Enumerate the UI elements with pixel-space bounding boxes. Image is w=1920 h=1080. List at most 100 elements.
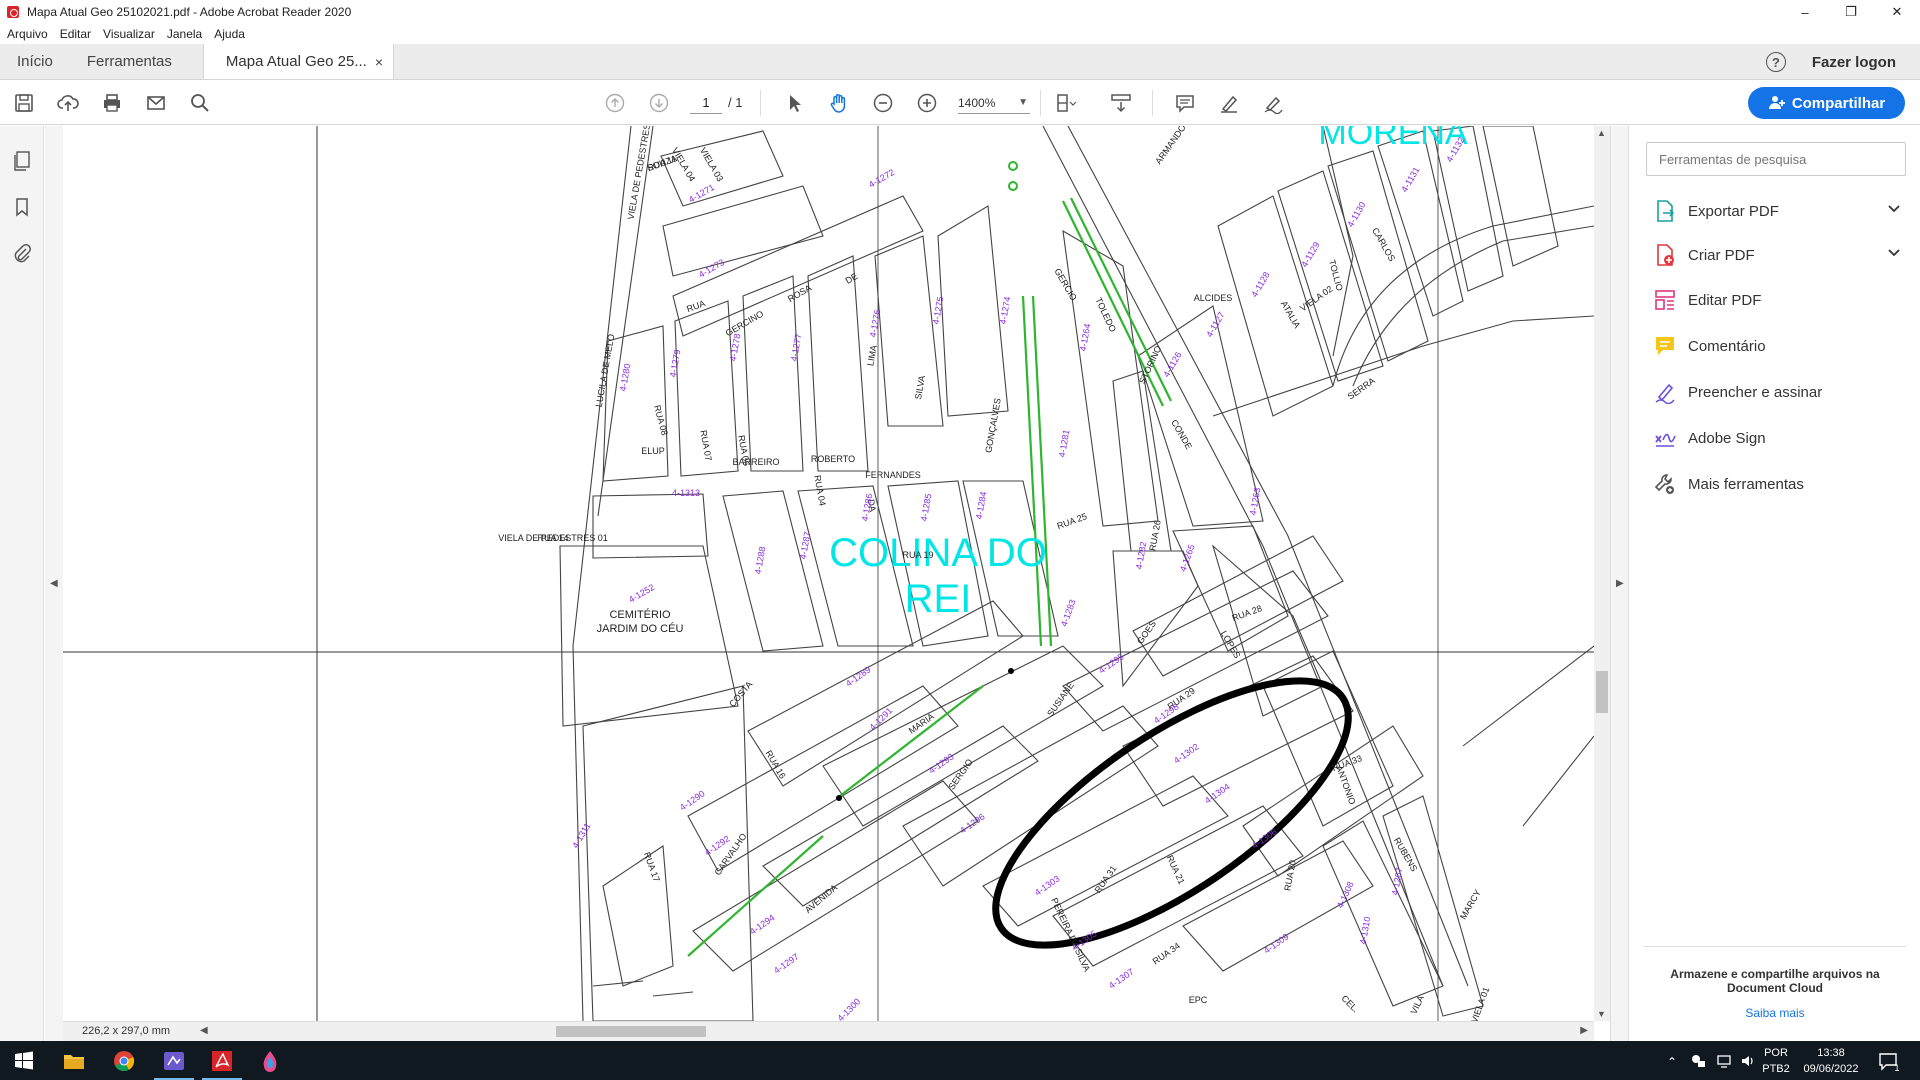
tool-create-pdf[interactable]: Criar PDF bbox=[1653, 240, 1903, 270]
minimize-button[interactable]: – bbox=[1782, 0, 1828, 24]
tool-comment[interactable]: Comentário bbox=[1653, 331, 1903, 361]
menu-editar[interactable]: Editar bbox=[60, 27, 91, 41]
login-button[interactable]: Fazer logon bbox=[1812, 54, 1896, 71]
page-number-input[interactable]: 1 bbox=[690, 92, 722, 114]
search-tools-input[interactable] bbox=[1646, 142, 1906, 176]
street-label: LIMA bbox=[865, 344, 878, 366]
page-thumbnails-icon[interactable] bbox=[11, 150, 33, 172]
tab-tools[interactable]: Ferramentas bbox=[70, 44, 189, 79]
chrome-icon[interactable] bbox=[112, 1049, 136, 1073]
highlight-pen-icon[interactable] bbox=[1218, 92, 1240, 114]
sign-icon[interactable] bbox=[1262, 92, 1284, 114]
menu-arquivo[interactable]: Arquivo bbox=[7, 27, 48, 41]
toolbar-separator bbox=[1152, 90, 1153, 116]
tab-home[interactable]: Início bbox=[0, 44, 70, 79]
chevron-down-icon[interactable] bbox=[1887, 246, 1901, 260]
ethernet-icon[interactable] bbox=[1716, 1053, 1732, 1069]
volume-icon[interactable] bbox=[1740, 1053, 1756, 1069]
keyboard-layout-label[interactable]: PTB2 bbox=[1762, 1063, 1790, 1075]
print-icon[interactable] bbox=[101, 92, 123, 114]
toolbar-separator bbox=[1040, 90, 1041, 116]
help-icon[interactable]: ? bbox=[1765, 52, 1786, 72]
scroll-right-icon[interactable]: ▶ bbox=[1580, 1025, 1588, 1036]
restore-button[interactable]: ❐ bbox=[1828, 0, 1874, 24]
windows-start-icon[interactable] bbox=[12, 1049, 36, 1073]
previous-page-icon[interactable] bbox=[604, 92, 626, 114]
left-panel-toggle[interactable]: ◀ bbox=[45, 126, 63, 1041]
upload-cloud-icon[interactable] bbox=[57, 92, 79, 114]
tray-chevron-up-icon[interactable]: ⌃ bbox=[1667, 1055, 1677, 1069]
file-explorer-icon[interactable] bbox=[62, 1049, 86, 1073]
street-label: VIELA 04 bbox=[670, 146, 697, 184]
street-label: ROBERTO bbox=[811, 454, 855, 464]
tool-more-tools[interactable]: Mais ferramentas bbox=[1653, 469, 1903, 499]
map-drawing: COLINA DO REI MORENA CEMITÉRIO JARDIM DO… bbox=[63, 126, 1594, 1021]
qgis-app-icon[interactable] bbox=[162, 1049, 186, 1073]
lot-label: 4-1129 bbox=[1299, 240, 1321, 269]
menu-janela[interactable]: Janela bbox=[167, 27, 202, 41]
bookmark-icon[interactable] bbox=[11, 196, 33, 218]
language-label[interactable]: POR bbox=[1762, 1047, 1790, 1059]
tool-export-pdf[interactable]: Exportar PDF bbox=[1653, 196, 1903, 226]
close-window-button[interactable]: ✕ bbox=[1874, 0, 1920, 24]
scroll-up-icon[interactable]: ▲ bbox=[1597, 128, 1606, 138]
chevron-down-icon[interactable] bbox=[1887, 202, 1901, 216]
tool-edit-pdf[interactable]: Editar PDF bbox=[1653, 285, 1903, 315]
right-panel-toggle[interactable]: ▶ bbox=[1610, 126, 1628, 1041]
comment-icon[interactable] bbox=[1174, 92, 1196, 114]
lot-label: 4-1285 bbox=[919, 493, 934, 522]
street-label: TOLEDO bbox=[1093, 296, 1118, 334]
share-button[interactable]: Compartilhar bbox=[1748, 87, 1905, 119]
lot-label: 4-1293 bbox=[927, 751, 956, 775]
lot-label: 4-1277 bbox=[789, 333, 804, 362]
page-total: / 1 bbox=[728, 95, 743, 110]
search-icon[interactable] bbox=[189, 92, 211, 114]
email-icon[interactable] bbox=[145, 92, 167, 114]
lot-label: 4-1279 bbox=[668, 349, 683, 378]
select-arrow-icon[interactable] bbox=[784, 92, 806, 114]
street-label: RUA 34 bbox=[1151, 941, 1182, 967]
save-icon[interactable] bbox=[13, 92, 35, 114]
tool-fill-sign[interactable]: Preencher e assinar bbox=[1653, 377, 1903, 407]
scroll-down-icon[interactable]: ▼ bbox=[1597, 1009, 1606, 1019]
acrobat-taskbar-icon[interactable] bbox=[210, 1049, 234, 1073]
lot-label: 4-1264 bbox=[1078, 323, 1093, 352]
lot-label: 4-1263 bbox=[1248, 487, 1263, 516]
tool-label: Adobe Sign bbox=[1688, 429, 1766, 447]
zoom-level-select[interactable]: 1400% ▼ bbox=[958, 92, 1030, 114]
horizontal-scroll-thumb[interactable] bbox=[556, 1026, 706, 1037]
street-label: RUA 16 bbox=[764, 749, 788, 781]
zoom-out-icon[interactable] bbox=[872, 92, 894, 114]
zoom-in-icon[interactable] bbox=[916, 92, 938, 114]
windows-taskbar: ⌃ POR PTB2 13:38 09/06/2022 1 bbox=[0, 1041, 1920, 1080]
vertical-scroll-thumb[interactable] bbox=[1596, 671, 1608, 713]
page-display-icon[interactable] bbox=[1055, 92, 1077, 114]
export-pdf-icon bbox=[1657, 200, 1675, 222]
hand-tool-icon[interactable] bbox=[828, 92, 850, 114]
street-label: MARCY bbox=[1458, 888, 1483, 921]
street-label: SILVA bbox=[913, 375, 927, 401]
lot-label: 4-1304 bbox=[1203, 781, 1232, 805]
tab-close-button[interactable]: × bbox=[375, 54, 383, 70]
toolbar-separator bbox=[760, 90, 761, 116]
street-label: RUA 21 bbox=[1165, 854, 1187, 886]
street-label: RUA bbox=[685, 298, 706, 314]
tool-adobe-sign[interactable]: Adobe Sign bbox=[1653, 423, 1903, 453]
tab-document[interactable]: Mapa Atual Geo 25... × bbox=[202, 44, 395, 79]
clock-date[interactable]: 09/06/2022 bbox=[1798, 1063, 1864, 1075]
vertical-scrollbar[interactable]: ▲ ▼ bbox=[1594, 126, 1610, 1021]
paint-app-icon[interactable] bbox=[258, 1049, 282, 1073]
lot-label: 4-1311 bbox=[570, 821, 592, 850]
learn-more-link[interactable]: Saiba mais bbox=[1644, 1006, 1906, 1020]
lot-label: 4-1308 bbox=[1335, 880, 1356, 910]
document-view[interactable]: COLINA DO REI MORENA CEMITÉRIO JARDIM DO… bbox=[63, 126, 1594, 1021]
lot-label: 4-1127 bbox=[1204, 310, 1226, 339]
attachment-icon[interactable] bbox=[11, 242, 33, 264]
next-page-icon[interactable] bbox=[648, 92, 670, 114]
clock-time[interactable]: 13:38 bbox=[1798, 1047, 1864, 1059]
scroll-mode-icon[interactable] bbox=[1110, 92, 1132, 114]
menu-ajuda[interactable]: Ajuda bbox=[214, 27, 245, 41]
network-share-icon[interactable] bbox=[1690, 1053, 1706, 1069]
menu-visualizar[interactable]: Visualizar bbox=[103, 27, 155, 41]
scroll-left-icon[interactable]: ◀ bbox=[200, 1025, 208, 1036]
